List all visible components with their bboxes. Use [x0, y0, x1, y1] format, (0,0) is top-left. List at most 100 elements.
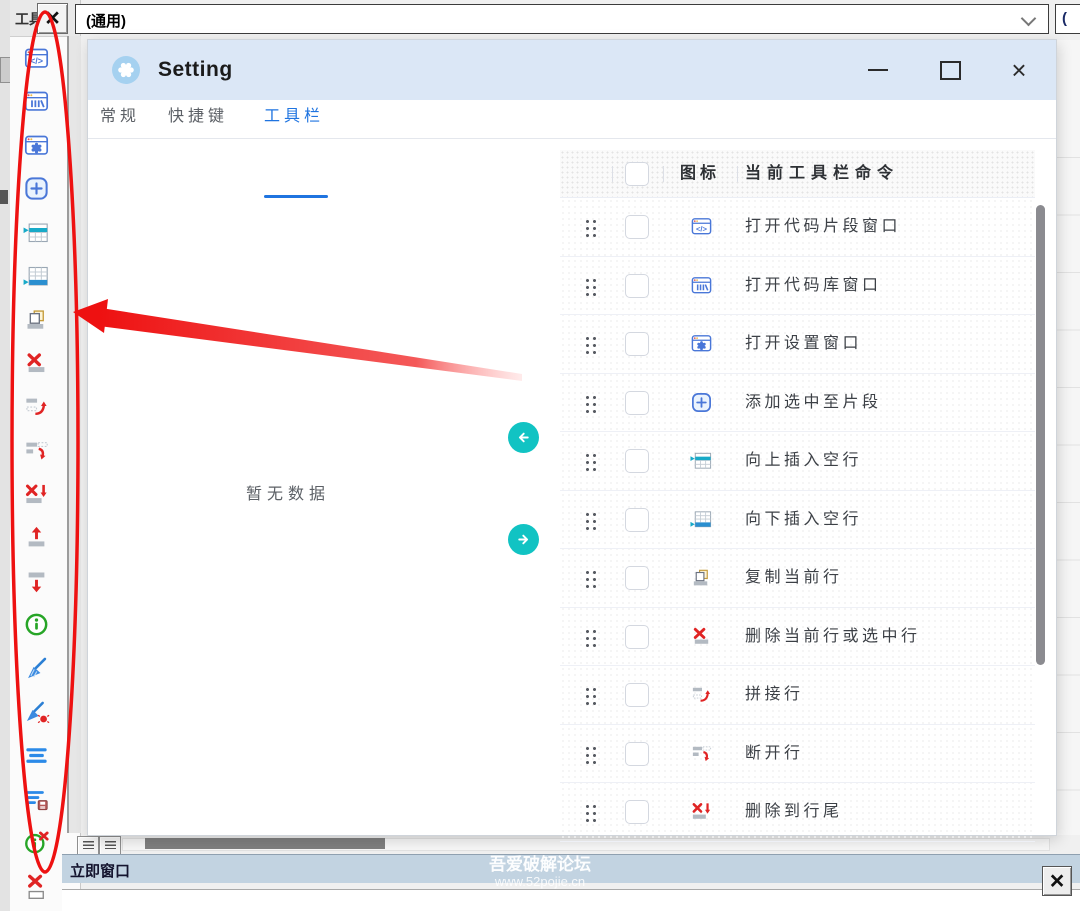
tab-general[interactable]: 常规	[100, 100, 140, 138]
arrow-left-icon	[515, 429, 532, 446]
command-label: 向下插入空行	[745, 491, 862, 549]
table-row: 拼接行	[560, 666, 1035, 725]
row-checkbox[interactable]	[625, 274, 649, 298]
window-code-icon: </>	[690, 215, 713, 238]
drag-handle-icon[interactable]	[583, 627, 597, 647]
table-row: 打开代码库窗口	[560, 257, 1035, 316]
copy-current-line-icon[interactable]	[23, 306, 50, 333]
background-list-strip	[1056, 40, 1080, 835]
drag-handle-icon[interactable]	[583, 393, 597, 413]
horizontal-scrollbar-thumb[interactable]	[145, 838, 385, 849]
break-line-icon[interactable]	[23, 437, 50, 464]
add-selection-to-snippet-icon[interactable]	[23, 175, 50, 202]
open-library-window-icon[interactable]	[23, 88, 50, 115]
format-save-icon[interactable]	[23, 786, 50, 813]
table-row: 打开设置窗口	[560, 315, 1035, 374]
tab-shortcuts[interactable]: 快捷键	[168, 100, 228, 138]
row-checkbox[interactable]	[625, 215, 649, 239]
procedure-dropdown[interactable]: (	[1055, 4, 1080, 34]
table-scrollbar-thumb[interactable]	[1036, 205, 1045, 665]
move-line-down-icon[interactable]	[23, 568, 50, 595]
immediate-window-titlebar[interactable]: 立即窗口	[62, 854, 1080, 883]
join-lines-icon[interactable]	[23, 393, 50, 420]
open-settings-window-icon[interactable]	[23, 132, 50, 159]
delete-line-icon	[690, 625, 713, 648]
command-label: 打开代码库窗口	[745, 257, 882, 315]
copy-line-icon	[690, 566, 713, 589]
table-row: 向下插入空行	[560, 491, 1035, 550]
table-header: 图标 当前工具栏命令	[560, 150, 1035, 198]
drag-handle-icon[interactable]	[583, 568, 597, 588]
object-dropdown-value: (通用)	[86, 10, 126, 31]
toolbox-scrollbar[interactable]	[67, 36, 81, 833]
command-label: 断开行	[745, 725, 804, 783]
row-checkbox[interactable]	[625, 742, 649, 766]
open-snippet-window-icon[interactable]: </>	[23, 45, 50, 72]
minimize-button[interactable]	[863, 40, 893, 100]
row-checkbox[interactable]	[625, 332, 649, 356]
command-label: 删除到行尾	[745, 783, 843, 841]
object-dropdown[interactable]: (通用)	[75, 4, 1049, 34]
command-label: 拼接行	[745, 666, 804, 724]
toolbox-close-button[interactable]: ×	[37, 3, 68, 34]
clean-debug-icon[interactable]	[23, 699, 50, 726]
row-checkbox[interactable]	[625, 391, 649, 415]
command-label: 删除当前行或选中行	[745, 608, 921, 666]
row-checkbox[interactable]	[625, 566, 649, 590]
close-button[interactable]: ×	[1004, 40, 1034, 100]
insert-blank-line-below-icon[interactable]	[23, 263, 50, 290]
insert-blank-line-above-icon[interactable]	[23, 219, 50, 246]
dialog-titlebar[interactable]: Setting ×	[88, 40, 1056, 100]
table-body: </>打开代码片段窗口打开代码库窗口打开设置窗口添加选中至片段向上插入空行向下插…	[560, 198, 1035, 842]
tab-toolbar[interactable]: 工具栏	[264, 100, 324, 138]
table-row: 断开行	[560, 725, 1035, 784]
row-checkbox[interactable]	[625, 683, 649, 707]
immediate-window-close-button[interactable]: ×	[1042, 866, 1072, 896]
clean-code-icon[interactable]	[23, 655, 50, 682]
join-lines-icon	[690, 683, 713, 706]
row-checkbox[interactable]	[625, 625, 649, 649]
header-command-column: 当前工具栏命令	[745, 150, 899, 197]
toolbar-command-table: 图标 当前工具栏命令 </>打开代码片段窗口打开代码库窗口打开设置窗口添加选中至…	[560, 150, 1035, 842]
table-row: 复制当前行	[560, 549, 1035, 608]
toolbox-titlebar: 工具 ×	[10, 0, 80, 37]
info-close-icon[interactable]	[23, 829, 50, 856]
split-button[interactable]	[77, 836, 99, 855]
tab-bar: 常规 快捷键 工具栏	[88, 100, 1056, 139]
drag-handle-icon[interactable]	[583, 744, 597, 764]
break-line-icon	[690, 742, 713, 765]
row-checkbox[interactable]	[625, 800, 649, 824]
format-code-icon[interactable]	[23, 742, 50, 769]
drag-handle-icon[interactable]	[583, 510, 597, 530]
row-checkbox[interactable]	[625, 508, 649, 532]
drag-handle-icon[interactable]	[583, 334, 597, 354]
background-panel-mark	[0, 190, 8, 204]
svg-text:</>: </>	[696, 224, 708, 233]
drag-handle-icon[interactable]	[583, 802, 597, 822]
drag-handle-icon[interactable]	[583, 685, 597, 705]
command-label: 添加选中至片段	[745, 374, 882, 432]
move-line-up-icon[interactable]	[23, 524, 50, 551]
maximize-button[interactable]	[935, 40, 965, 100]
settings-gear-icon	[112, 56, 140, 84]
move-left-button[interactable]	[508, 422, 539, 453]
split-button-2[interactable]	[99, 836, 121, 855]
drag-handle-icon[interactable]	[583, 451, 597, 471]
delete-line-icon[interactable]	[23, 350, 50, 377]
select-all-checkbox[interactable]	[625, 162, 649, 186]
delete-to-line-end-icon[interactable]	[23, 481, 50, 508]
drag-handle-icon[interactable]	[583, 276, 597, 296]
info-icon[interactable]	[23, 611, 50, 638]
lines-icon	[105, 841, 116, 849]
drag-handle-icon[interactable]	[583, 217, 597, 237]
delete-icon[interactable]	[23, 873, 50, 900]
table-row: 删除到行尾	[560, 783, 1035, 842]
table-row: </>打开代码片段窗口	[560, 198, 1035, 257]
row-checkbox[interactable]	[625, 449, 649, 473]
screen: 工具 × </> (通用) ( 立即窗口 吾爱破解论坛 www.52pojie.…	[0, 0, 1080, 911]
immediate-window-content	[62, 889, 1080, 911]
procedure-dropdown-value: (	[1062, 10, 1067, 27]
window-gear-icon	[690, 332, 713, 355]
move-right-button[interactable]	[508, 524, 539, 555]
header-separator	[612, 166, 613, 182]
